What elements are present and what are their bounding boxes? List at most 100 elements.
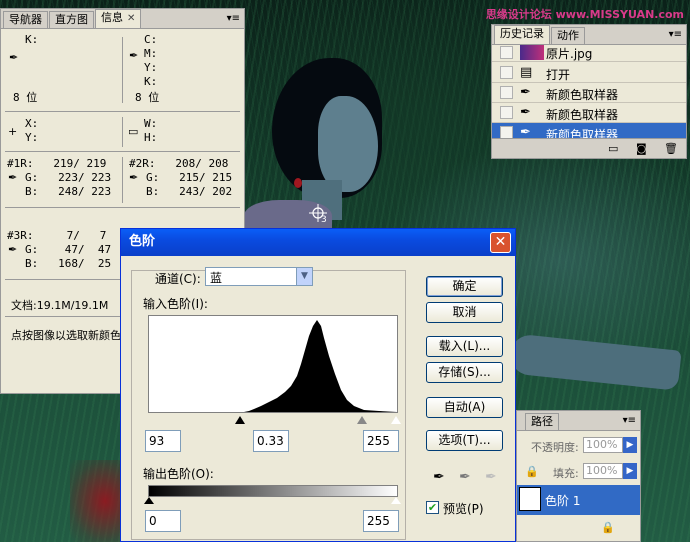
input-white-field[interactable]: 255: [363, 430, 399, 452]
trash-icon[interactable]: 🗑: [664, 142, 678, 155]
history-item-label: 新颜色取样器: [546, 88, 619, 102]
crosshair-icon: +: [8, 125, 18, 138]
eyedropper-icon: ✒: [129, 171, 139, 184]
x-label: X:: [25, 117, 39, 130]
palette-menu-icon[interactable]: ▾≡: [669, 29, 682, 40]
c-label: C:: [144, 33, 158, 46]
history-palette-tabbar: 历史记录 动作 ▾≡: [492, 25, 686, 45]
gray-eyedropper-icon[interactable]: ✒: [459, 469, 475, 489]
history-palette: 历史记录 动作 ▾≡ 原片.jpg ▤ 打开 ✒ 新颜色取样器 ✒ 新颜色取样器…: [491, 24, 687, 159]
fill-field[interactable]: 100%: [583, 463, 623, 479]
tab-paths[interactable]: 路径: [525, 413, 559, 430]
fill-label: 填充:: [553, 467, 579, 480]
preview-label: 预览(P): [443, 502, 484, 516]
tab-history[interactable]: 历史记录: [494, 25, 550, 44]
history-source-checkbox[interactable]: [500, 66, 513, 79]
sampler2-b: B: 243/ 202: [146, 185, 233, 198]
output-white-field[interactable]: 255: [363, 510, 399, 532]
palette-menu-icon[interactable]: ▾≡: [227, 13, 240, 24]
open-document-icon: ▤: [520, 65, 533, 80]
input-white-slider[interactable]: [391, 416, 401, 424]
channel-value: 蓝: [210, 271, 223, 285]
output-white-slider[interactable]: [391, 497, 401, 504]
h-label: H:: [144, 131, 158, 144]
channel-label: 通道(C):: [155, 272, 201, 286]
levels-dialog: 色阶 ✕ 通道(C): 蓝 ▼ 输入色阶(I): 93 0.33 255 输出色…: [120, 228, 516, 542]
k2-label: K:: [144, 75, 158, 88]
photo-face: [318, 96, 378, 192]
close-icon[interactable]: ✕: [127, 13, 135, 24]
palette-menu-icon[interactable]: ▾≡: [623, 415, 636, 426]
ok-button[interactable]: 确定: [426, 276, 503, 297]
tab-actions[interactable]: 动作: [551, 27, 585, 44]
history-source-checkbox[interactable]: [500, 106, 513, 119]
photo-earring: [294, 178, 302, 188]
history-item-open[interactable]: ▤ 打开: [492, 63, 686, 83]
sampler1-b: B: 248/ 223: [25, 185, 112, 198]
load-button[interactable]: 载入(L)...: [426, 336, 503, 357]
input-gamma-field[interactable]: 0.33: [253, 430, 289, 452]
eyedropper-icon: ✒: [129, 49, 139, 62]
history-item-label: 打开: [546, 68, 571, 82]
y-label: Y:: [144, 61, 158, 74]
output-gradient: [148, 485, 398, 497]
document-size: 文档:19.1M/19.1M: [11, 299, 109, 312]
input-black-slider[interactable]: [235, 416, 245, 424]
layer-name: 色阶 1: [545, 494, 581, 508]
layers-palette-tabbar: 路径 ▾≡: [517, 411, 640, 431]
snapshot-thumbnail: [520, 45, 544, 60]
divider: [122, 37, 123, 103]
color-sampler-icon: ✒: [520, 85, 531, 100]
chevron-down-icon[interactable]: ▼: [296, 268, 312, 285]
divider: [122, 157, 123, 203]
channel-select[interactable]: 蓝 ▼: [205, 267, 313, 286]
sampler3-g: G: 47/ 47: [25, 243, 112, 256]
opacity-field[interactable]: 100%: [583, 437, 623, 453]
eyedropper-icon: ✒: [9, 51, 19, 64]
output-black-field[interactable]: 0: [145, 510, 181, 532]
history-snapshot[interactable]: 原片.jpg: [492, 45, 686, 62]
photo-arm: [508, 333, 682, 391]
w-label: W:: [144, 117, 158, 130]
opacity-arrow-icon[interactable]: ▶: [623, 437, 637, 453]
options-button[interactable]: 选项(T)...: [426, 430, 503, 451]
black-eyedropper-icon[interactable]: ✒: [433, 469, 449, 489]
lock-icon[interactable]: 🔒: [525, 465, 539, 478]
tab-histogram[interactable]: 直方图: [49, 11, 94, 28]
layer-mask-thumbnail: [519, 487, 541, 511]
divider: [5, 151, 240, 152]
divider: [122, 117, 123, 147]
tab-info[interactable]: 信息 ✕: [95, 9, 142, 28]
layer-row-levels[interactable]: 色阶 1: [517, 485, 640, 515]
bitdepth-right: 8 位: [135, 91, 160, 104]
y-pos-label: Y:: [25, 131, 39, 144]
tab-navigator[interactable]: 导航器: [3, 11, 48, 28]
history-item-sampler-1[interactable]: ✒ 新颜色取样器: [492, 83, 686, 103]
divider: [5, 207, 240, 208]
input-gamma-slider[interactable]: [357, 416, 367, 424]
output-black-slider[interactable]: [144, 497, 154, 504]
eyedropper-icon: ✒: [8, 243, 18, 256]
opacity-label: 不透明度:: [531, 441, 579, 454]
new-document-icon[interactable]: ▭: [608, 142, 618, 155]
white-eyedropper-icon[interactable]: ✒: [485, 469, 501, 489]
sampler3-r: #3R: 7/ 7: [7, 229, 107, 242]
save-button[interactable]: 存储(S)...: [426, 362, 503, 383]
history-source-checkbox[interactable]: [500, 46, 513, 59]
watermark: 思缘设计论坛 www.MISSYUAN.com: [485, 8, 684, 21]
fill-arrow-icon[interactable]: ▶: [623, 463, 637, 479]
close-icon[interactable]: ✕: [490, 232, 511, 253]
snapshot-camera-icon[interactable]: ◙: [636, 142, 647, 155]
lock-icon: 🔒: [601, 521, 615, 534]
cancel-button[interactable]: 取消: [426, 302, 503, 323]
sampler1-g: G: 223/ 223: [25, 171, 112, 184]
sampler1-r: #1R: 219/ 219: [7, 157, 107, 170]
preview-checkbox[interactable]: ✔: [426, 501, 439, 514]
m-label: M:: [144, 47, 158, 60]
history-source-checkbox[interactable]: [500, 86, 513, 99]
auto-button[interactable]: 自动(A): [426, 397, 503, 418]
eyedropper-icon: ✒: [8, 171, 18, 184]
input-black-field[interactable]: 93: [145, 430, 181, 452]
sampler2-g: G: 215/ 215: [146, 171, 233, 184]
history-item-sampler-2[interactable]: ✒ 新颜色取样器: [492, 103, 686, 123]
